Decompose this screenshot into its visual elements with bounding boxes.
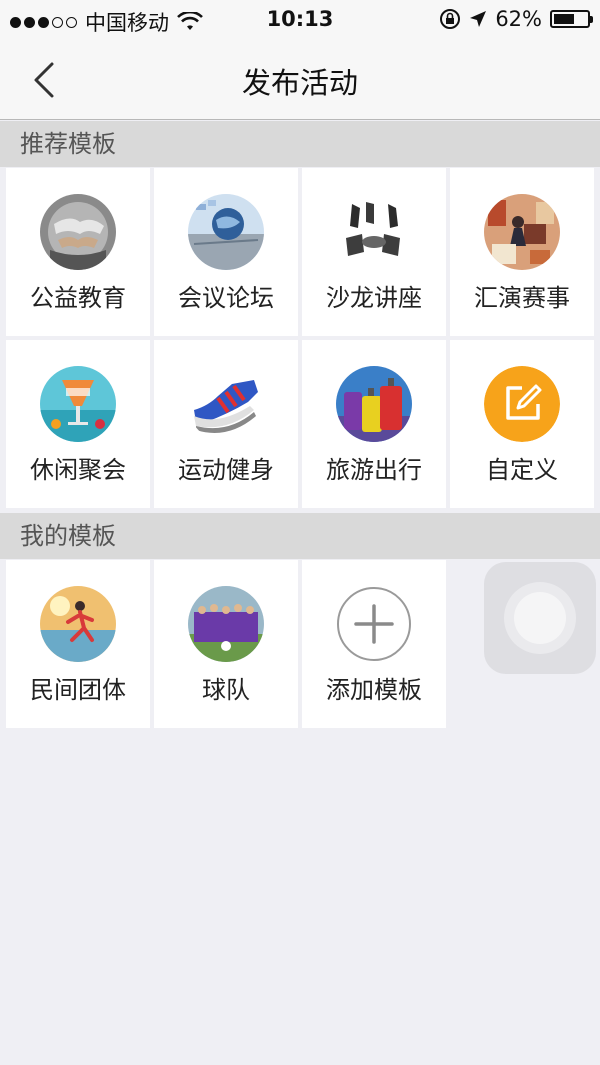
my-template-tile[interactable]: 民间团体 — [6, 560, 150, 728]
assistive-touch-button[interactable] — [484, 562, 596, 674]
template-tile[interactable]: 公益教育 — [6, 168, 150, 336]
template-label: 休闲聚会 — [30, 456, 126, 484]
template-tile[interactable]: 运动健身 — [154, 340, 298, 508]
chairs-icon — [336, 194, 412, 270]
edit-icon — [484, 366, 560, 442]
status-right: 62% — [439, 7, 593, 31]
team-photo-icon — [188, 586, 264, 662]
section-header-mine: 我的模板 — [0, 513, 600, 559]
page-title: 发布活动 — [241, 66, 358, 100]
template-label: 旅游出行 — [326, 456, 422, 484]
performance-icon — [484, 194, 560, 270]
template-label: 球队 — [202, 676, 250, 704]
template-tile[interactable]: 旅游出行 — [302, 340, 446, 508]
sneaker-icon — [188, 366, 264, 442]
location-arrow-icon — [470, 11, 487, 27]
template-label: 添加模板 — [326, 676, 422, 704]
template-tile[interactable]: 自定义 — [450, 340, 594, 508]
template-label: 沙龙讲座 — [326, 284, 422, 312]
template-tile[interactable]: 汇演赛事 — [450, 168, 594, 336]
luggage-icon — [336, 366, 412, 442]
template-tile[interactable]: 休闲聚会 — [6, 340, 150, 508]
template-tile[interactable]: 会议论坛 — [154, 168, 298, 336]
plus-icon — [336, 586, 412, 662]
status-bar: 中国移动 10:13 62% — [0, 0, 600, 40]
globe-conference-icon — [188, 194, 264, 270]
navigation-bar: 发布活动 — [0, 40, 600, 120]
template-label: 运动健身 — [178, 456, 274, 484]
battery-icon — [550, 10, 593, 28]
template-tile[interactable]: 沙龙讲座 — [302, 168, 446, 336]
template-label: 汇演赛事 — [474, 284, 570, 312]
orientation-lock-icon — [440, 9, 461, 29]
runner-icon — [40, 586, 116, 662]
template-label: 会议论坛 — [178, 284, 274, 312]
my-template-tile[interactable]: 球队 — [154, 560, 298, 728]
battery-percent: 62% — [495, 7, 542, 31]
template-label: 民间团体 — [30, 676, 126, 704]
template-label: 自定义 — [486, 456, 558, 484]
template-label: 公益教育 — [30, 284, 126, 312]
section-header-recommended: 推荐模板 — [0, 121, 600, 167]
add-template-button[interactable]: 添加模板 — [302, 560, 446, 728]
handshake-globe-icon — [40, 194, 116, 270]
cocktail-icon — [40, 366, 116, 442]
